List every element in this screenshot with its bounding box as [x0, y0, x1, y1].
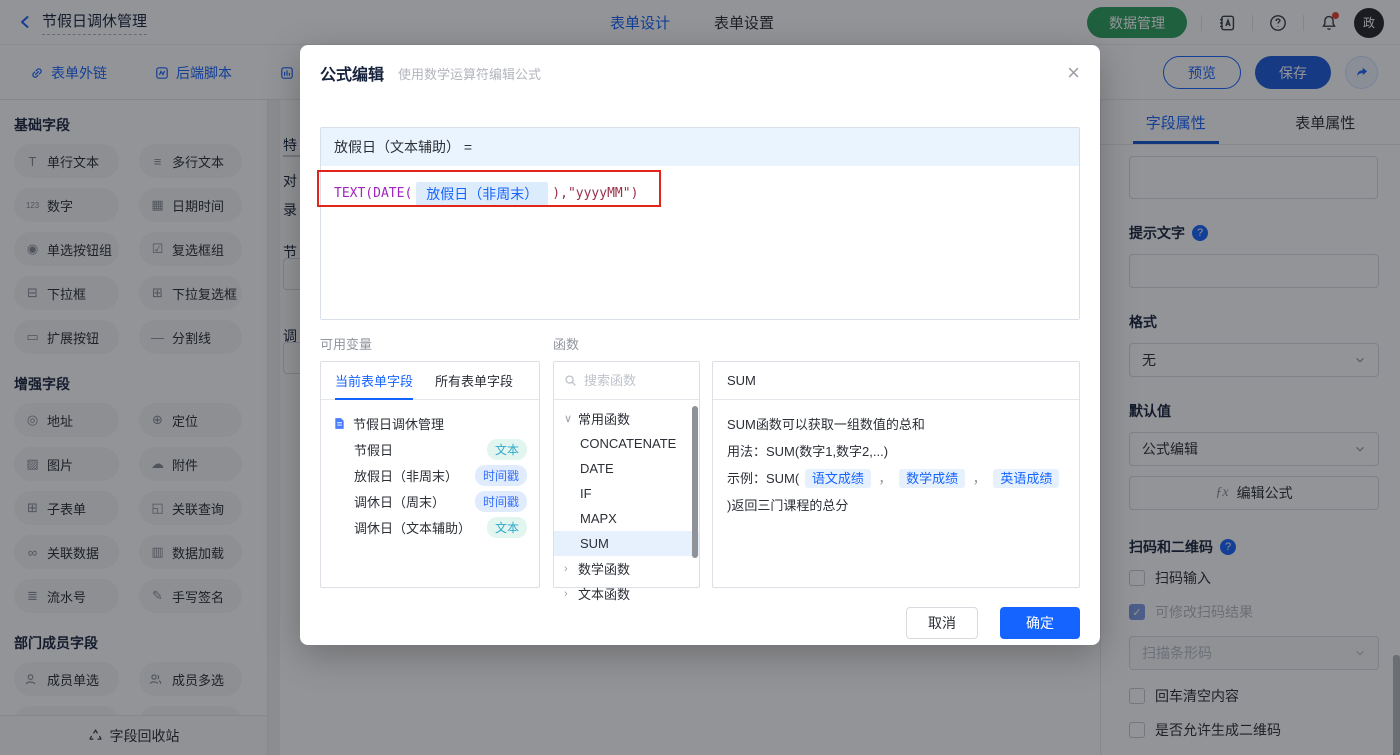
function-list: ∨ 常用函数 CONCATENATE DATE IF MAPX SUM › 数学… [554, 400, 699, 612]
variable-name: 调休日（周末） [354, 492, 445, 511]
field-chip[interactable]: 放假日（非周末） [416, 182, 548, 206]
tab-current-form-fields[interactable]: 当前表单字段 [335, 362, 413, 399]
function-item-if[interactable]: IF [554, 481, 699, 506]
function-item-concatenate[interactable]: CONCATENATE [554, 431, 699, 456]
variable-row[interactable]: 放假日（非周末） 时间戳 [333, 462, 527, 488]
confirm-button[interactable]: 确定 [1000, 607, 1080, 639]
functions-panel: ∨ 常用函数 CONCATENATE DATE IF MAPX SUM › 数学… [553, 361, 700, 588]
function-description: SUM函数可以获取一组数值的总和 [727, 411, 1065, 438]
variable-row[interactable]: 调休日（周末） 时间戳 [333, 488, 527, 514]
type-badge: 时间戳 [475, 465, 527, 486]
close-icon[interactable]: × [1067, 62, 1080, 84]
tab-all-form-fields[interactable]: 所有表单字段 [435, 362, 513, 399]
group-label: 数学函数 [578, 559, 630, 578]
function-detail-title: SUM [713, 362, 1079, 400]
function-item-mapx[interactable]: MAPX [554, 506, 699, 531]
formula-input-area[interactable]: TEXT(DATE( 放假日（非周末） ), "yyyyMM" ) [321, 166, 1079, 319]
formula-string-literal: "yyyyMM" [568, 186, 631, 201]
search-icon [564, 374, 577, 387]
example-comma: ， [878, 471, 891, 486]
function-search-input[interactable] [584, 373, 684, 388]
modal-footer: 取消 确定 [320, 607, 1080, 639]
group-label: 文本函数 [578, 584, 630, 603]
variables-tabs: 当前表单字段 所有表单字段 [321, 362, 539, 400]
variables-root[interactable]: 节假日调休管理 [333, 410, 527, 436]
variables-panel: 当前表单字段 所有表单字段 节假日调休管理 节假日 文本 [320, 361, 540, 588]
function-item-sum[interactable]: SUM [554, 531, 699, 556]
formula-text: ), [552, 186, 568, 201]
formula-expression: TEXT(DATE( 放假日（非周末） ), "yyyyMM" ) [334, 179, 638, 208]
modal-header: 公式编辑 使用数学运算符编辑公式 × [300, 45, 1100, 101]
example-chip: 英语成绩 [993, 469, 1059, 488]
example-chip: 语文成绩 [805, 469, 871, 488]
function-item-date[interactable]: DATE [554, 456, 699, 481]
example-suffix: )返回三门课程的总分 [727, 498, 848, 513]
functions-label: 函数 [553, 334, 579, 353]
document-icon [333, 417, 346, 430]
variable-name: 放假日（非周末） [354, 466, 458, 485]
formula-editor: 放假日（文本辅助） = TEXT(DATE( 放假日（非周末） ), "yyyy… [320, 127, 1080, 320]
variable-row[interactable]: 调休日（文本辅助） 文本 [333, 514, 527, 540]
cancel-button[interactable]: 取消 [906, 607, 978, 639]
variable-name: 节假日 [354, 440, 393, 459]
variables-label: 可用变量 [320, 334, 553, 353]
panel-labels: 可用变量 函数 [320, 334, 1080, 353]
function-example: 示例：SUM( 语文成绩 ， 数学成绩 ， 英语成绩 )返回三门课程的总分 [727, 465, 1065, 519]
modal-subtitle: 使用数学运算符编辑公式 [398, 64, 541, 83]
example-comma: ， [973, 471, 986, 486]
function-group-math[interactable]: › 数学函数 [554, 556, 699, 581]
formula-text: ) [631, 186, 639, 201]
chevron-right-icon: › [564, 588, 572, 600]
example-chip: 数学成绩 [899, 469, 965, 488]
page-scrollbar[interactable] [1393, 655, 1400, 755]
function-usage: 用法：SUM(数字1,数字2,...) [727, 438, 1065, 465]
type-badge: 时间戳 [475, 491, 527, 512]
variable-row[interactable]: 节假日 文本 [333, 436, 527, 462]
group-label: 常用函数 [578, 409, 630, 428]
modal-title: 公式编辑 [320, 61, 384, 85]
function-search [554, 362, 699, 400]
type-badge: 文本 [487, 439, 527, 460]
function-detail-panel: SUM SUM函数可以获取一组数值的总和 用法：SUM(数字1,数字2,...)… [712, 361, 1080, 588]
example-prefix: 示例：SUM( [727, 471, 799, 486]
type-badge: 文本 [487, 517, 527, 538]
function-group-common[interactable]: ∨ 常用函数 [554, 406, 699, 431]
function-detail-body: SUM函数可以获取一组数值的总和 用法：SUM(数字1,数字2,...) 示例：… [713, 400, 1079, 530]
formula-editor-modal: 公式编辑 使用数学运算符编辑公式 × 放假日（文本辅助） = TEXT(DATE… [300, 45, 1100, 645]
formula-target: 放假日（文本辅助） = [321, 128, 1079, 166]
variables-tree: 节假日调休管理 节假日 文本 放假日（非周末） 时间戳 调休日（周末） 时间戳 [321, 400, 539, 550]
function-group-text[interactable]: › 文本函数 [554, 581, 699, 606]
root-label: 节假日调休管理 [353, 414, 444, 433]
variable-name: 调休日（文本辅助） [354, 518, 471, 537]
formula-function-text: TEXT(DATE( [334, 186, 412, 201]
function-list-scrollbar[interactable] [692, 406, 698, 558]
chevron-down-icon: ∨ [564, 412, 572, 425]
chevron-right-icon: › [564, 563, 572, 575]
